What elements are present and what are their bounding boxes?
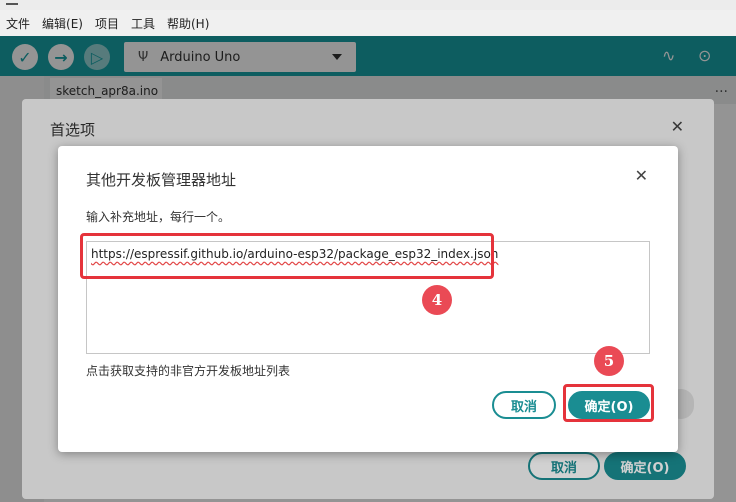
window-title-strip (0, 0, 736, 10)
step-marker-4: 4 (422, 285, 452, 315)
menu-tools[interactable]: 工具 (131, 15, 155, 32)
board-urls-title: 其他开发板管理器地址 (86, 171, 237, 189)
menu-edit[interactable]: 编辑(E) (42, 15, 83, 32)
annotation-box-ok (563, 384, 654, 422)
menu-help[interactable]: 帮助(H) (167, 15, 209, 32)
board-urls-cancel-button[interactable]: 取消 (492, 391, 556, 419)
menu-file[interactable]: 文件 (6, 15, 30, 32)
window-menu-icon (6, 3, 18, 5)
unofficial-boards-link[interactable]: 点击获取支持的非官方开发板地址列表 (86, 362, 290, 379)
menu-bar: 文件 编辑(E) 项目 工具 帮助(H) (0, 10, 736, 36)
menu-project[interactable]: 项目 (95, 15, 119, 32)
step-marker-5: 5 (594, 346, 624, 376)
annotation-box-url (80, 233, 494, 279)
board-urls-prompt: 输入补充地址，每行一个。 (86, 210, 231, 224)
close-icon[interactable]: ✕ (635, 166, 648, 185)
